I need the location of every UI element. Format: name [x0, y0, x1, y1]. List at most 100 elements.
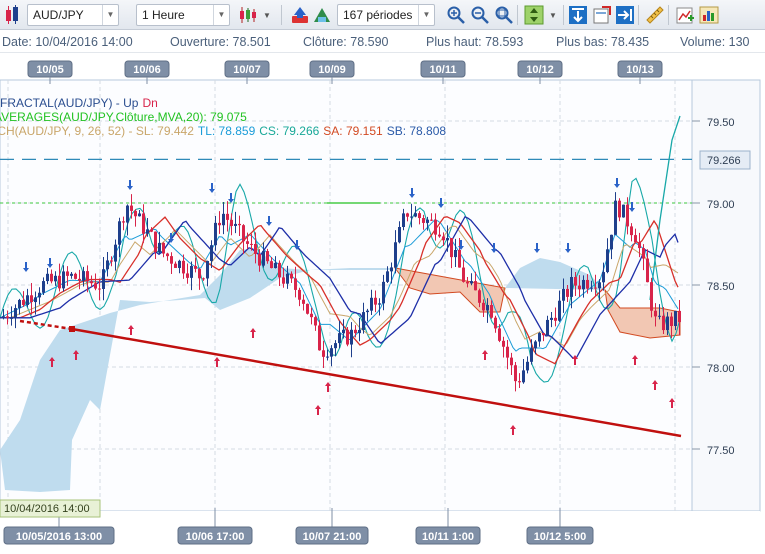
candle-body[interactable] — [662, 315, 665, 331]
candle-body[interactable] — [598, 282, 601, 289]
candle-body[interactable] — [46, 273, 49, 282]
candle-body[interactable] — [262, 251, 265, 266]
chart-up-button[interactable] — [289, 4, 311, 26]
candle-body[interactable] — [474, 281, 477, 291]
candle-body[interactable] — [86, 271, 89, 282]
candle-body[interactable] — [614, 200, 617, 235]
candle-body[interactable] — [154, 231, 157, 252]
candle-body[interactable] — [446, 238, 449, 241]
candle-body[interactable] — [310, 313, 313, 318]
candle-body[interactable] — [526, 361, 529, 371]
candle-body[interactable] — [442, 236, 445, 241]
candle-body[interactable] — [426, 219, 429, 223]
candle-body[interactable] — [398, 226, 401, 243]
candle-body[interactable] — [214, 222, 217, 246]
candle-body[interactable] — [226, 213, 229, 220]
candle-body[interactable] — [146, 229, 149, 234]
candle-body[interactable] — [334, 343, 337, 349]
candle-body[interactable] — [510, 357, 513, 366]
candle-body[interactable] — [186, 273, 189, 278]
candle-body[interactable] — [418, 213, 421, 219]
candle-body[interactable] — [362, 312, 365, 330]
candle-body[interactable] — [554, 317, 557, 321]
candle-body[interactable] — [626, 204, 629, 227]
candle-body[interactable] — [170, 256, 173, 264]
candle-body[interactable] — [386, 271, 389, 282]
candle-body[interactable] — [302, 299, 305, 304]
candle-body[interactable] — [50, 273, 53, 282]
candle-body[interactable] — [238, 223, 241, 226]
candle-body[interactable] — [150, 229, 153, 232]
candle-body[interactable] — [406, 213, 409, 217]
candle-body[interactable] — [658, 315, 661, 317]
candle-body[interactable] — [610, 234, 613, 250]
candle-body[interactable] — [118, 221, 121, 245]
candle-body[interactable] — [230, 219, 233, 226]
candle-body[interactable] — [494, 317, 497, 329]
candle-body[interactable] — [666, 316, 669, 331]
candle-body[interactable] — [534, 341, 537, 349]
candle-body[interactable] — [462, 267, 465, 282]
candle-body[interactable] — [30, 295, 33, 303]
candle-body[interactable] — [38, 292, 41, 298]
candle-body[interactable] — [10, 317, 13, 319]
candle-body[interactable] — [434, 219, 437, 235]
candle-body[interactable] — [218, 222, 221, 226]
candle-body[interactable] — [66, 271, 69, 276]
chevron-down-icon[interactable]: ▼ — [259, 4, 275, 26]
candle-body[interactable] — [630, 226, 633, 236]
candle-body[interactable] — [650, 282, 653, 311]
candle-body[interactable] — [202, 278, 205, 280]
candle-body[interactable] — [70, 273, 73, 276]
candle-body[interactable] — [346, 329, 349, 345]
bar-chart-button[interactable] — [698, 4, 720, 26]
candle-body[interactable] — [570, 277, 573, 297]
candle-body[interactable] — [122, 221, 125, 223]
zoom-out-button[interactable] — [469, 4, 491, 26]
candle-body[interactable] — [138, 213, 141, 217]
candle-body[interactable] — [210, 245, 213, 261]
candle-body[interactable] — [18, 299, 21, 309]
candle-body[interactable] — [14, 308, 17, 318]
ruler-button[interactable] — [644, 4, 666, 26]
zoom-in-button[interactable] — [445, 4, 467, 26]
candle-body[interactable] — [94, 283, 97, 289]
candle-body[interactable] — [394, 242, 397, 268]
candle-body[interactable] — [82, 271, 85, 281]
candle-body[interactable] — [514, 365, 517, 382]
candle-body[interactable] — [634, 235, 637, 243]
candle-body[interactable] — [250, 243, 253, 245]
candle-body[interactable] — [586, 279, 589, 289]
candle-body[interactable] — [62, 271, 65, 289]
candle-body[interactable] — [246, 241, 249, 244]
candle-body[interactable] — [678, 310, 681, 323]
candle-body[interactable] — [110, 260, 113, 262]
chevron-down-icon[interactable]: ▼ — [545, 4, 561, 26]
candle-body[interactable] — [466, 281, 469, 284]
candle-body[interactable] — [330, 348, 333, 357]
candle-body[interactable] — [74, 273, 77, 279]
candle-body[interactable] — [354, 329, 357, 334]
candle-body[interactable] — [106, 260, 109, 270]
candle-body[interactable] — [366, 310, 369, 313]
candle-body[interactable] — [182, 260, 185, 274]
candle-body[interactable] — [166, 253, 169, 257]
candle-body[interactable] — [374, 297, 377, 305]
candle-body[interactable] — [190, 265, 193, 278]
candle-body[interactable] — [234, 223, 237, 226]
candle-body[interactable] — [414, 213, 417, 217]
candle-body[interactable] — [550, 317, 553, 320]
candle-body[interactable] — [546, 319, 549, 336]
candle-body[interactable] — [242, 225, 245, 242]
candle-body[interactable] — [198, 268, 201, 279]
candle-body[interactable] — [622, 204, 625, 218]
candle-body[interactable] — [490, 305, 493, 318]
candle-body[interactable] — [178, 260, 181, 268]
candle-body[interactable] — [558, 300, 561, 321]
candle-body[interactable] — [126, 205, 129, 223]
candle-body[interactable] — [58, 275, 61, 289]
candle-body[interactable] — [506, 346, 509, 358]
candle-body[interactable] — [382, 281, 385, 304]
candle-body[interactable] — [134, 210, 137, 217]
candle-body[interactable] — [350, 329, 353, 345]
